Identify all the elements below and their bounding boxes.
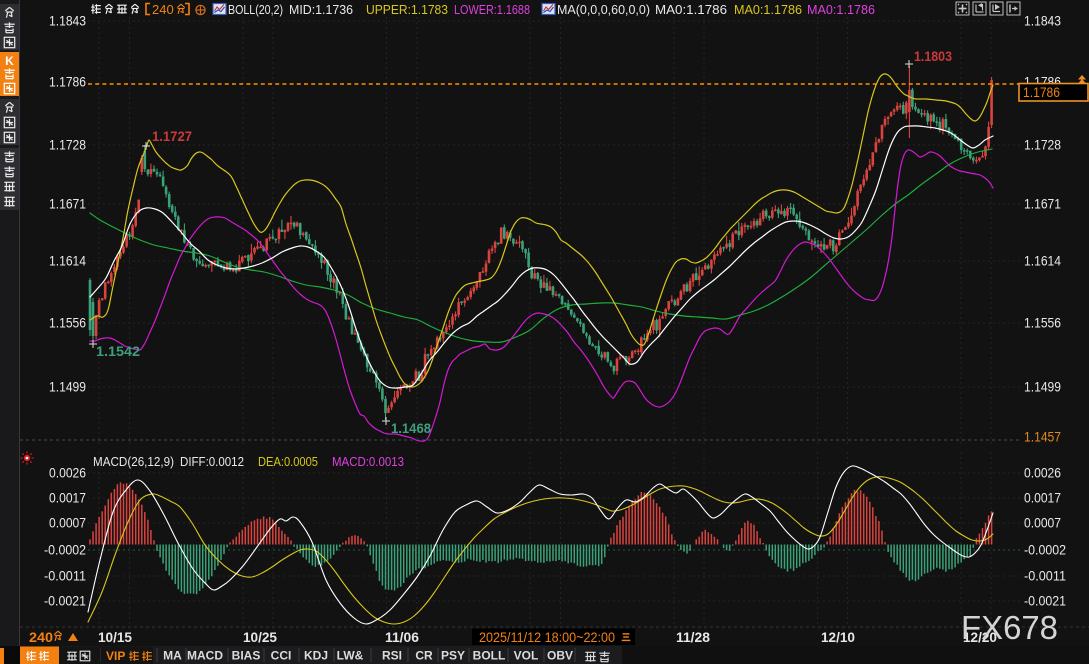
svg-text:-0.0002: -0.0002 [1024, 542, 1066, 558]
svg-text:BOLL(20,2): BOLL(20,2) [228, 2, 283, 17]
svg-text:1.1671: 1.1671 [49, 196, 86, 212]
svg-text:PSY: PSY [441, 649, 465, 663]
svg-text:MID:1.1736: MID:1.1736 [289, 2, 353, 17]
svg-text:0.0026: 0.0026 [1024, 465, 1061, 481]
svg-text:10/15: 10/15 [98, 629, 132, 645]
svg-text:CCI: CCI [271, 649, 292, 663]
svg-text:MA(0,0,0,60,0,0): MA(0,0,0,60,0,0) [557, 2, 650, 17]
svg-text:1.1728: 1.1728 [49, 137, 86, 153]
svg-text:MACD(26,12,9): MACD(26,12,9) [93, 454, 174, 469]
svg-text:1.1803: 1.1803 [914, 48, 952, 64]
svg-text:-0.0002: -0.0002 [44, 542, 86, 558]
svg-text:1.1556: 1.1556 [49, 315, 86, 331]
svg-text:KDJ: KDJ [304, 649, 328, 663]
svg-text:MA0:1.1786: MA0:1.1786 [655, 2, 727, 17]
svg-text:11/28: 11/28 [676, 629, 710, 645]
svg-text:1.1468: 1.1468 [391, 420, 431, 436]
svg-text:-0.0021: -0.0021 [44, 593, 86, 609]
svg-text:1.1499: 1.1499 [1024, 379, 1061, 395]
svg-text:1.1671: 1.1671 [1024, 196, 1061, 212]
svg-text:1.1843: 1.1843 [1024, 13, 1061, 29]
svg-text:-0.0011: -0.0011 [44, 568, 86, 584]
svg-text:0.0017: 0.0017 [49, 490, 86, 506]
svg-text:VIP: VIP [106, 649, 125, 663]
svg-text:MACD: MACD [187, 649, 223, 663]
svg-text:0.0007: 0.0007 [1024, 515, 1061, 531]
svg-text:MA: MA [163, 649, 182, 663]
svg-text:DEA:0.0005: DEA:0.0005 [258, 454, 318, 469]
svg-text:1.1542: 1.1542 [96, 343, 140, 359]
svg-text:BIAS: BIAS [232, 649, 261, 663]
svg-text:-0.0021: -0.0021 [1024, 593, 1066, 609]
svg-text:1.1614: 1.1614 [1024, 253, 1061, 269]
svg-text:K: K [5, 54, 14, 68]
svg-text:10/25: 10/25 [243, 629, 277, 645]
svg-text:BOLL: BOLL [473, 649, 506, 663]
svg-text:MA0:1.1786: MA0:1.1786 [807, 2, 875, 17]
svg-text:VOL: VOL [514, 649, 539, 663]
svg-text:0.0017: 0.0017 [1024, 490, 1061, 506]
svg-text:1.1556: 1.1556 [1024, 315, 1061, 331]
svg-text:OBV: OBV [547, 649, 573, 663]
svg-text:-0.0011: -0.0011 [1024, 568, 1066, 584]
svg-text:0.0026: 0.0026 [49, 465, 86, 481]
svg-text:LOWER:1.1688: LOWER:1.1688 [454, 2, 530, 17]
svg-text:1.1843: 1.1843 [49, 13, 86, 29]
svg-text:1.1727: 1.1727 [152, 128, 192, 144]
svg-text:DIFF:0.0012: DIFF:0.0012 [180, 454, 244, 469]
svg-text:1.1786: 1.1786 [49, 74, 86, 90]
svg-text:11/06: 11/06 [385, 629, 419, 645]
svg-text:240: 240 [29, 629, 53, 645]
svg-text:1.1786: 1.1786 [1023, 84, 1060, 100]
svg-text:MACD:0.0013: MACD:0.0013 [332, 454, 404, 469]
svg-text:LW&: LW& [337, 649, 364, 663]
svg-text:12/10: 12/10 [821, 629, 855, 645]
svg-text:1.1728: 1.1728 [1024, 137, 1061, 153]
svg-text:CR: CR [415, 649, 433, 663]
svg-text:RSI: RSI [382, 649, 402, 663]
svg-text:0.0007: 0.0007 [49, 515, 86, 531]
svg-text:UPPER:1.1783: UPPER:1.1783 [366, 2, 448, 17]
svg-text:1.1457: 1.1457 [1024, 429, 1061, 445]
svg-text:2025/11/12 18:00~22:00: 2025/11/12 18:00~22:00 [479, 629, 615, 645]
svg-text:1.1499: 1.1499 [49, 379, 86, 395]
svg-text:1.1614: 1.1614 [49, 253, 86, 269]
svg-text:MA0:1.1786: MA0:1.1786 [734, 2, 802, 17]
svg-text:240: 240 [152, 2, 174, 17]
svg-text:FX678: FX678 [961, 609, 1058, 646]
